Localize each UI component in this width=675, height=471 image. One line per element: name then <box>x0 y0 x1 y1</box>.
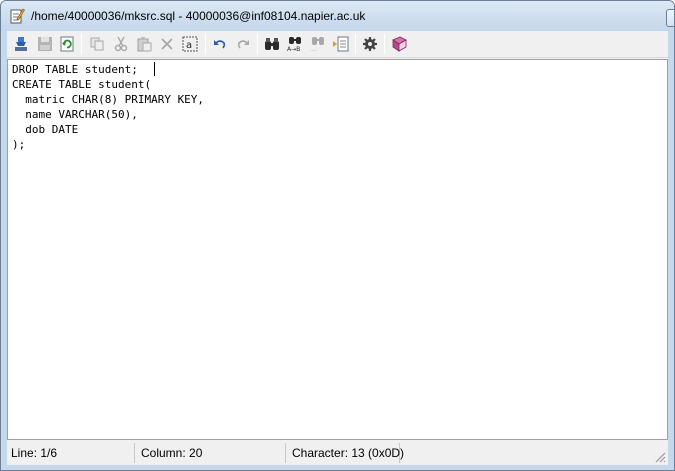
paste-button[interactable] <box>134 34 154 54</box>
find-button[interactable] <box>262 34 282 54</box>
delete-icon <box>161 38 173 50</box>
help-button[interactable] <box>389 34 409 54</box>
select-all-icon: a <box>182 36 198 52</box>
settings-gear-icon <box>363 37 377 51</box>
resize-grip-icon[interactable] <box>654 451 666 463</box>
find-next-icon: ... <box>311 37 324 52</box>
copy-button[interactable] <box>87 34 107 54</box>
delete-button[interactable] <box>157 34 177 54</box>
find-next-button[interactable]: ... <box>308 34 328 54</box>
svg-text:...: ... <box>311 46 317 52</box>
select-all-button[interactable]: a <box>180 34 200 54</box>
code-line: ); <box>12 138 26 151</box>
status-character: Character: 13 (0x0D) <box>288 443 404 463</box>
redo-icon <box>237 40 249 49</box>
code-line: dob DATE <box>12 123 79 136</box>
refresh-button[interactable] <box>57 34 77 54</box>
toolbar-separator <box>355 34 356 54</box>
text-editor[interactable]: DROP TABLE student; CREATE TABLE student… <box>7 59 668 440</box>
replace-button[interactable]: A→B <box>285 34 305 54</box>
code-line: DROP TABLE student; <box>12 63 138 76</box>
status-line: Line: 1/6 <box>7 443 135 463</box>
code-line: matric CHAR(8) PRIMARY KEY, <box>12 93 205 106</box>
toolbar-separator <box>205 34 206 54</box>
paste-icon <box>137 37 152 52</box>
svg-text:A→B: A→B <box>287 46 300 52</box>
client-area: a A→B ... DROP TABLE student; CREATE TAB… <box>7 31 668 465</box>
save-button[interactable] <box>35 34 55 54</box>
copy-icon <box>90 37 104 51</box>
window-title: /home/40000036/mksrc.sql - 40000036@inf0… <box>31 9 366 23</box>
undo-button[interactable] <box>210 34 230 54</box>
find-icon <box>265 38 279 50</box>
goto-line-icon <box>333 36 349 52</box>
toolbar: a A→B ... <box>7 31 668 58</box>
minimize-button[interactable] <box>666 9 675 28</box>
save-icon <box>38 37 52 51</box>
status-bar: Line: 1/6 Column: 20 Character: 13 (0x0D… <box>7 441 668 465</box>
replace-icon: A→B <box>287 37 301 52</box>
text-caret <box>154 62 155 76</box>
notepad-icon <box>9 8 25 24</box>
code-line: CREATE TABLE student( <box>12 78 152 91</box>
help-book-icon <box>392 36 407 52</box>
settings-button[interactable] <box>360 34 380 54</box>
cut-button[interactable] <box>111 34 131 54</box>
goto-line-button[interactable] <box>331 34 351 54</box>
toolbar-separator <box>257 34 258 54</box>
upload-icon <box>15 37 27 51</box>
code-line: name VARCHAR(50), <box>12 108 138 121</box>
redo-button[interactable] <box>233 34 253 54</box>
title-bar[interactable]: /home/40000036/mksrc.sql - 40000036@inf0… <box>1 1 674 31</box>
upload-button[interactable] <box>11 34 31 54</box>
toolbar-separator <box>81 34 82 54</box>
svg-text:a: a <box>186 40 192 51</box>
undo-icon <box>214 40 226 49</box>
minimize-icon <box>667 10 675 28</box>
cut-icon <box>114 36 128 52</box>
editor-window: /home/40000036/mksrc.sql - 40000036@inf0… <box>0 0 675 471</box>
status-column: Column: 20 <box>137 443 286 463</box>
toolbar-separator <box>384 34 385 54</box>
refresh-icon <box>60 36 74 52</box>
